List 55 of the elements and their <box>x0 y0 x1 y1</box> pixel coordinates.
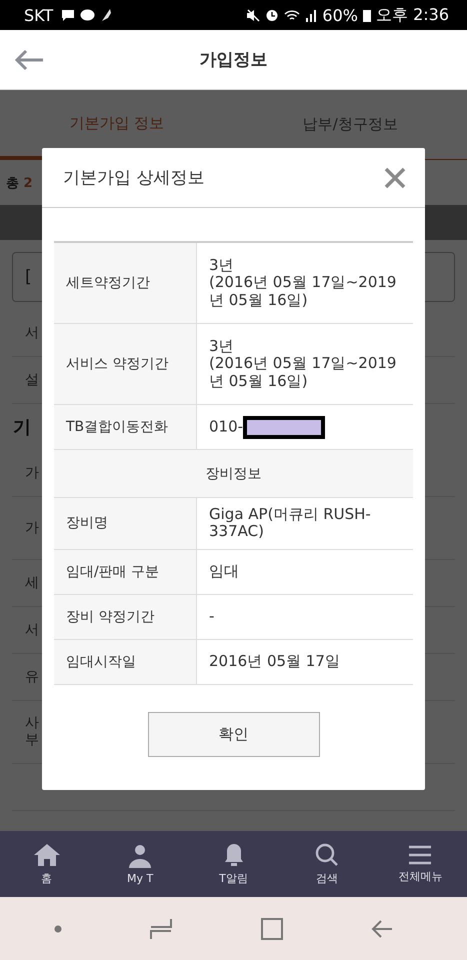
alarm-icon <box>265 8 280 22</box>
table-label: 서비스 약정기간 <box>54 324 196 404</box>
row-label: 가 <box>25 520 39 536</box>
table-value: 3년 (2016년 05월 17일~2019년 05월 16일) <box>209 337 396 390</box>
page-title: 가입정보 <box>200 49 268 71</box>
section-title: 기 <box>13 416 31 439</box>
row-label: 설 <box>25 372 39 388</box>
table-value: - <box>209 606 214 625</box>
clock: 오후 2:36 <box>376 4 449 26</box>
nav-item[interactable]: 홈 <box>0 842 94 886</box>
row-label: 서 <box>25 622 39 638</box>
table-value: 010- <box>209 417 244 436</box>
table-label: 임대/판매 구분 <box>54 549 196 594</box>
table-label: TB결합이동전화 <box>54 404 196 450</box>
table-label: 세트약정기간 <box>54 242 196 324</box>
table-value: 2016년 05월 17일 <box>209 652 340 670</box>
feather-icon <box>100 8 112 22</box>
nav-item[interactable]: 전체메뉴 <box>374 844 467 884</box>
table-value: Giga AP(머큐리 RUSH-337AC) <box>209 505 371 540</box>
menu-icon <box>409 844 432 864</box>
bell-icon <box>224 842 244 866</box>
battery-percent: 60% <box>322 6 358 24</box>
back-icon[interactable] <box>370 918 393 940</box>
message-icon <box>61 8 76 22</box>
back-arrow-icon[interactable] <box>14 49 44 71</box>
row-label: 가 <box>25 464 39 482</box>
row-label: 유 <box>25 668 39 686</box>
mute-icon <box>246 8 260 22</box>
row-label: 사 부 <box>25 715 39 749</box>
confirm-button[interactable]: 확인 <box>148 712 320 756</box>
home-square-icon[interactable] <box>260 918 283 940</box>
row-label: 서 <box>25 324 39 342</box>
nav-item[interactable]: My T <box>93 844 187 884</box>
table-value: 3년 (2016년 05월 17일~2019년 05월 16일) <box>209 256 396 309</box>
search-icon <box>314 842 339 866</box>
nav-item[interactable]: 검색 <box>280 842 374 886</box>
chat-bubble-icon <box>80 8 96 22</box>
row-label: 세 <box>25 574 39 592</box>
table-label: 임대시작일 <box>54 639 196 684</box>
count-text: 총 2 <box>6 174 33 192</box>
carrier: SKT <box>24 6 54 24</box>
close-icon[interactable] <box>384 166 406 188</box>
recent-apps-icon[interactable] <box>150 918 172 940</box>
person-icon <box>128 844 152 868</box>
table-value: 임대 <box>209 562 239 580</box>
wifi-icon <box>284 8 300 22</box>
modal-title: 기본가입 상세정보 <box>63 167 204 189</box>
table-label: 장비 약정기간 <box>54 594 196 639</box>
nav-item[interactable]: T알림 <box>186 842 280 886</box>
battery-icon <box>362 8 371 22</box>
table-section-header: 장비정보 <box>54 450 413 498</box>
home-icon <box>32 842 61 866</box>
table-label: 장비명 <box>54 498 196 549</box>
dot-icon[interactable] <box>54 924 62 932</box>
signal-icon <box>305 8 318 22</box>
